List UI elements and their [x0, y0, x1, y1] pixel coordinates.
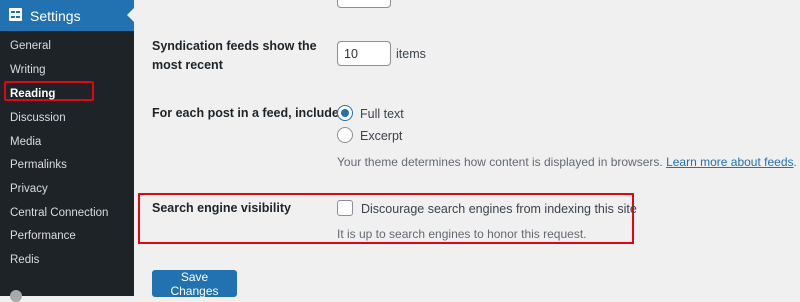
admin-sidebar: Settings General Writing Reading Discuss… [0, 0, 134, 302]
feed-content-label: For each post in a feed, include [152, 106, 339, 120]
sidebar-section-title: Settings [30, 8, 81, 24]
full-text-label[interactable]: Full text [360, 106, 404, 122]
search-visibility-label: Search engine visibility [152, 201, 291, 215]
learn-more-feeds-link[interactable]: Learn more about feeds [666, 155, 793, 169]
sidebar-item-reading[interactable]: Reading [10, 87, 55, 101]
sidebar-next-menu-icon[interactable] [10, 290, 22, 302]
sidebar-item-writing[interactable]: Writing [10, 63, 46, 77]
sidebar-item-privacy[interactable]: Privacy [10, 182, 48, 196]
sidebar-section-settings[interactable]: Settings [0, 0, 134, 31]
sidebar-item-general[interactable]: General [10, 39, 51, 53]
sidebar-item-central-connection[interactable]: Central Connection [10, 206, 108, 220]
sidebar-item-media[interactable]: Media [10, 135, 41, 149]
sidebar-item-performance[interactable]: Performance [10, 229, 76, 243]
syndication-feeds-suffix: items [396, 47, 426, 61]
discourage-search-label[interactable]: Discourage search engines from indexing … [361, 201, 637, 217]
feed-description-text: Your theme determines how content is dis… [337, 155, 663, 169]
feed-description-period: . [793, 155, 797, 169]
full-text-radio[interactable] [337, 105, 353, 121]
sidebar-item-discussion[interactable]: Discussion [10, 111, 66, 125]
excerpt-label[interactable]: Excerpt [360, 128, 402, 144]
current-menu-notch [127, 8, 134, 22]
settings-icon [9, 8, 22, 21]
sidebar-item-redis[interactable]: Redis [10, 253, 39, 267]
excerpt-radio[interactable] [337, 127, 353, 143]
search-visibility-description: It is up to search engines to honor this… [337, 227, 587, 241]
sidebar-item-permalinks[interactable]: Permalinks [10, 158, 67, 172]
feed-content-description: Your theme determines how content is dis… [337, 154, 797, 170]
syndication-feeds-label: Syndication feeds show the most recent [152, 39, 317, 72]
discourage-search-checkbox[interactable] [337, 200, 353, 216]
posts-per-page-input[interactable] [337, 0, 391, 8]
syndication-feeds-input[interactable] [337, 41, 391, 66]
save-changes-button[interactable]: Save Changes [152, 270, 237, 298]
